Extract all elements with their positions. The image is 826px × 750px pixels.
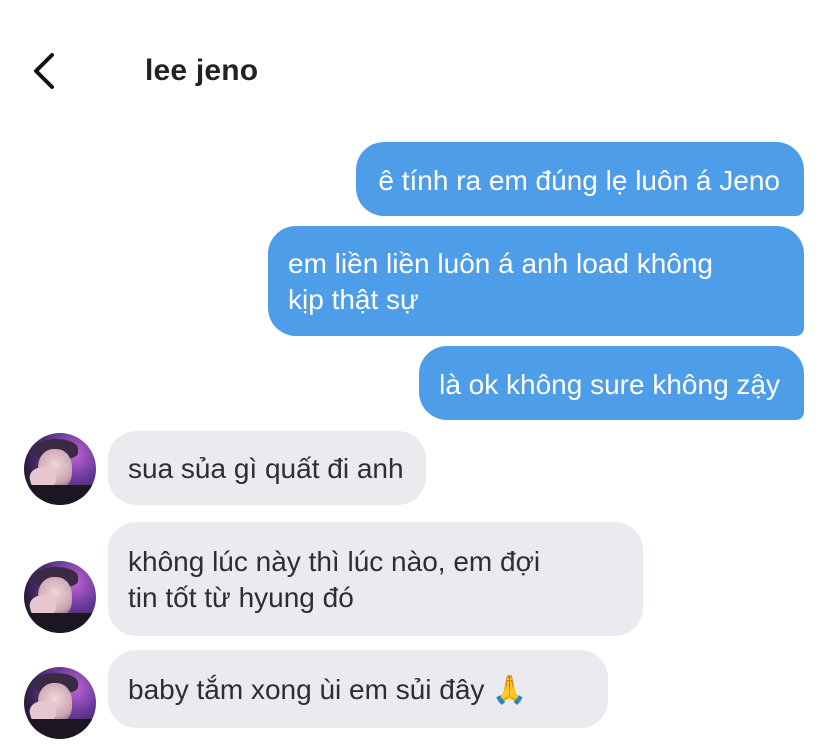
message-text: em liền liền luôn á anh load không [288, 248, 713, 279]
message-text: không lúc này thì lúc nào, em đợi [128, 546, 541, 577]
message-text: ê tính ra em đúng lẹ luôn á Jeno [378, 165, 780, 196]
incoming-message[interactable]: sua sủa gì quất đi anh [108, 431, 426, 505]
outgoing-message[interactable]: là ok không sure không zậy [419, 346, 804, 420]
outgoing-message[interactable]: ê tính ra em đúng lẹ luôn á Jeno [356, 142, 804, 216]
message-text: sua sủa gì quất đi anh [128, 453, 404, 484]
incoming-message[interactable]: baby tắm xong ùi em sủi đây 🙏 [108, 650, 608, 728]
contact-avatar[interactable] [24, 667, 96, 739]
outgoing-message[interactable]: em liền liền luôn á anh load không kịp t… [268, 226, 804, 336]
message-list: ê tính ra em đúng lẹ luôn á Jeno em liền… [0, 0, 826, 750]
message-text: là ok không sure không zậy [439, 369, 780, 400]
message-text: baby tắm xong ùi em sủi đây 🙏 [128, 674, 528, 705]
message-text: kịp thật sự [288, 284, 419, 315]
contact-avatar[interactable] [24, 433, 96, 505]
incoming-message[interactable]: không lúc này thì lúc nào, em đợi tin tố… [108, 522, 643, 636]
contact-avatar[interactable] [24, 561, 96, 633]
message-text: tin tốt từ hyung đó [128, 582, 354, 613]
